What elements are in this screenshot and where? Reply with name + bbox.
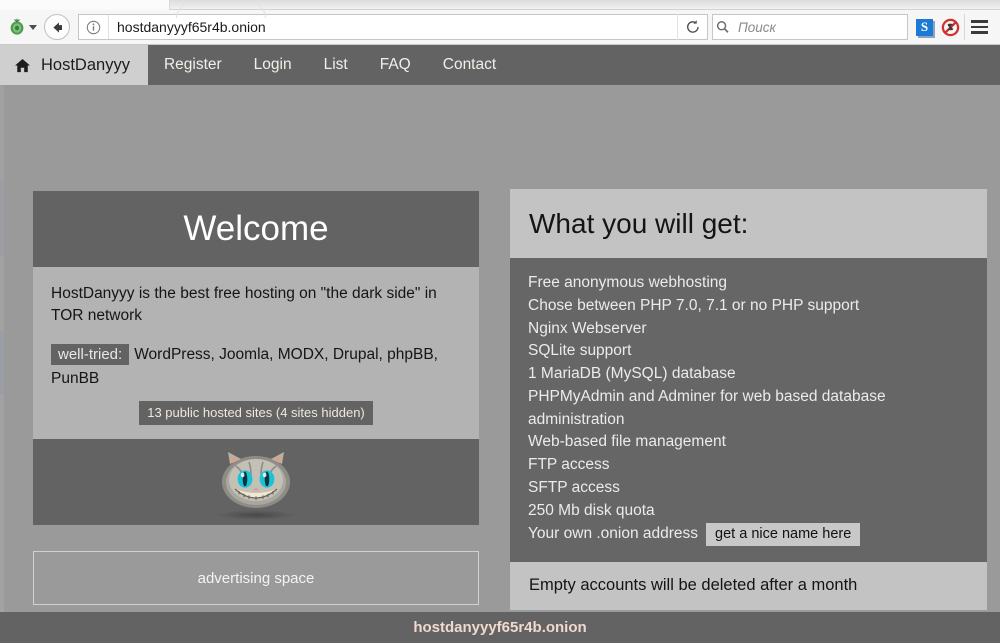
cheshire-cat-image: [208, 446, 304, 518]
site-footer-text: hostdanyyyf65r4b.onion: [413, 619, 586, 636]
what-you-get-body: Free anonymous webhosting Chose between …: [510, 258, 987, 562]
list-item: Free anonymous webhosting: [528, 272, 969, 295]
chevron-down-icon: [29, 25, 37, 30]
list-item: FTP access: [528, 454, 969, 477]
cat-shadow: [216, 510, 296, 520]
hamburger-line: [971, 20, 988, 23]
url-bar[interactable]: hostdanyyyf65r4b.onion: [78, 14, 708, 40]
nav-brand-label: HostDanyyy: [41, 56, 130, 75]
well-tried-label: well-tried:: [51, 344, 129, 365]
nav-item-contact[interactable]: Contact: [427, 45, 512, 85]
browser-menu-button[interactable]: [964, 14, 994, 40]
list-item: Nginx Webserver: [528, 318, 969, 341]
onion-icon: [9, 18, 27, 36]
noscript-icon[interactable]: [941, 18, 960, 37]
hamburger-line: [971, 31, 988, 34]
well-tried-row: well-tried:WordPress, Joomla, MODX, Drup…: [51, 343, 461, 391]
empty-accounts-note: Empty accounts will be deleted after a m…: [510, 562, 987, 610]
what-you-get-panel: What you will get: Free anonymous webhos…: [510, 189, 987, 610]
back-button[interactable]: [44, 14, 70, 40]
search-input-placeholder[interactable]: Поиск: [733, 20, 776, 35]
list-item-onion-address: Your own .onion address get a nice name …: [528, 523, 969, 546]
nav-item-register[interactable]: Register: [148, 45, 238, 85]
search-icon: [713, 18, 733, 36]
browser-toolbar: hostdanyyyf65r4b.onion Поиск S: [0, 10, 1000, 45]
info-icon: [86, 20, 101, 35]
home-icon: [14, 58, 31, 73]
welcome-panel-body: HostDanyyy is the best free hosting on "…: [33, 267, 479, 439]
advertising-space-label: advertising space: [198, 570, 315, 587]
search-bar[interactable]: Поиск: [712, 14, 908, 40]
list-item: Chose between PHP 7.0, 7.1 or no PHP sup…: [528, 295, 969, 318]
list-item: 250 Mb disk quota: [528, 500, 969, 523]
browser-chrome: hostdanyyyf65r4b.onion Поиск S: [0, 0, 1000, 45]
page-content: Welcome HostDanyyy is the best free host…: [0, 85, 1000, 619]
nav-item-login[interactable]: Login: [238, 45, 308, 85]
browser-tab-inactive[interactable]: [176, 2, 266, 18]
browser-tab-active[interactable]: [0, 0, 170, 10]
welcome-panel: Welcome HostDanyyy is the best free host…: [33, 191, 479, 525]
s-extension-icon[interactable]: S: [916, 19, 933, 36]
list-item: PHPMyAdmin and Adminer for web based dat…: [528, 386, 969, 432]
list-item: 1 MariaDB (MySQL) database: [528, 363, 969, 386]
site-navigation-bar: HostDanyyy Register Login List FAQ Conta…: [0, 45, 1000, 85]
site-footer: hostdanyyyf65r4b.onion: [0, 612, 1000, 643]
cheshire-cat-icon: [208, 446, 304, 518]
sites-badge-row: 13 public hosted sites (4 sites hidden): [51, 401, 461, 425]
hamburger-line: [971, 26, 988, 29]
tor-onion-button[interactable]: [6, 13, 40, 41]
nav-brand-hostdanyyy[interactable]: HostDanyyy: [0, 45, 148, 85]
features-list: Free anonymous webhosting Chose between …: [528, 272, 969, 546]
welcome-panel-heading: Welcome: [33, 191, 479, 267]
list-item: SFTP access: [528, 477, 969, 500]
browser-tabstrip: [0, 0, 1000, 10]
what-you-get-heading: What you will get:: [510, 189, 987, 258]
back-arrow-icon: [50, 20, 65, 35]
nav-item-faq[interactable]: FAQ: [364, 45, 427, 85]
reload-button[interactable]: [677, 14, 707, 40]
site-identity-button[interactable]: [79, 15, 109, 39]
left-edge-artifact: [0, 85, 4, 619]
welcome-intro-text: HostDanyyy is the best free hosting on "…: [51, 283, 461, 327]
cheshire-cat-area: [33, 439, 479, 525]
onion-address-label: Your own .onion address: [528, 523, 698, 546]
extension-icons: S: [916, 18, 960, 37]
advertising-space-box[interactable]: advertising space: [33, 551, 479, 605]
url-text[interactable]: hostdanyyyf65r4b.onion: [109, 19, 677, 35]
hosted-sites-badge[interactable]: 13 public hosted sites (4 sites hidden): [139, 401, 373, 425]
nav-item-list[interactable]: List: [308, 45, 364, 85]
reload-icon: [685, 19, 701, 35]
list-item: SQLite support: [528, 340, 969, 363]
list-item: Web-based file management: [528, 431, 969, 454]
get-a-nice-name-button[interactable]: get a nice name here: [706, 523, 860, 546]
